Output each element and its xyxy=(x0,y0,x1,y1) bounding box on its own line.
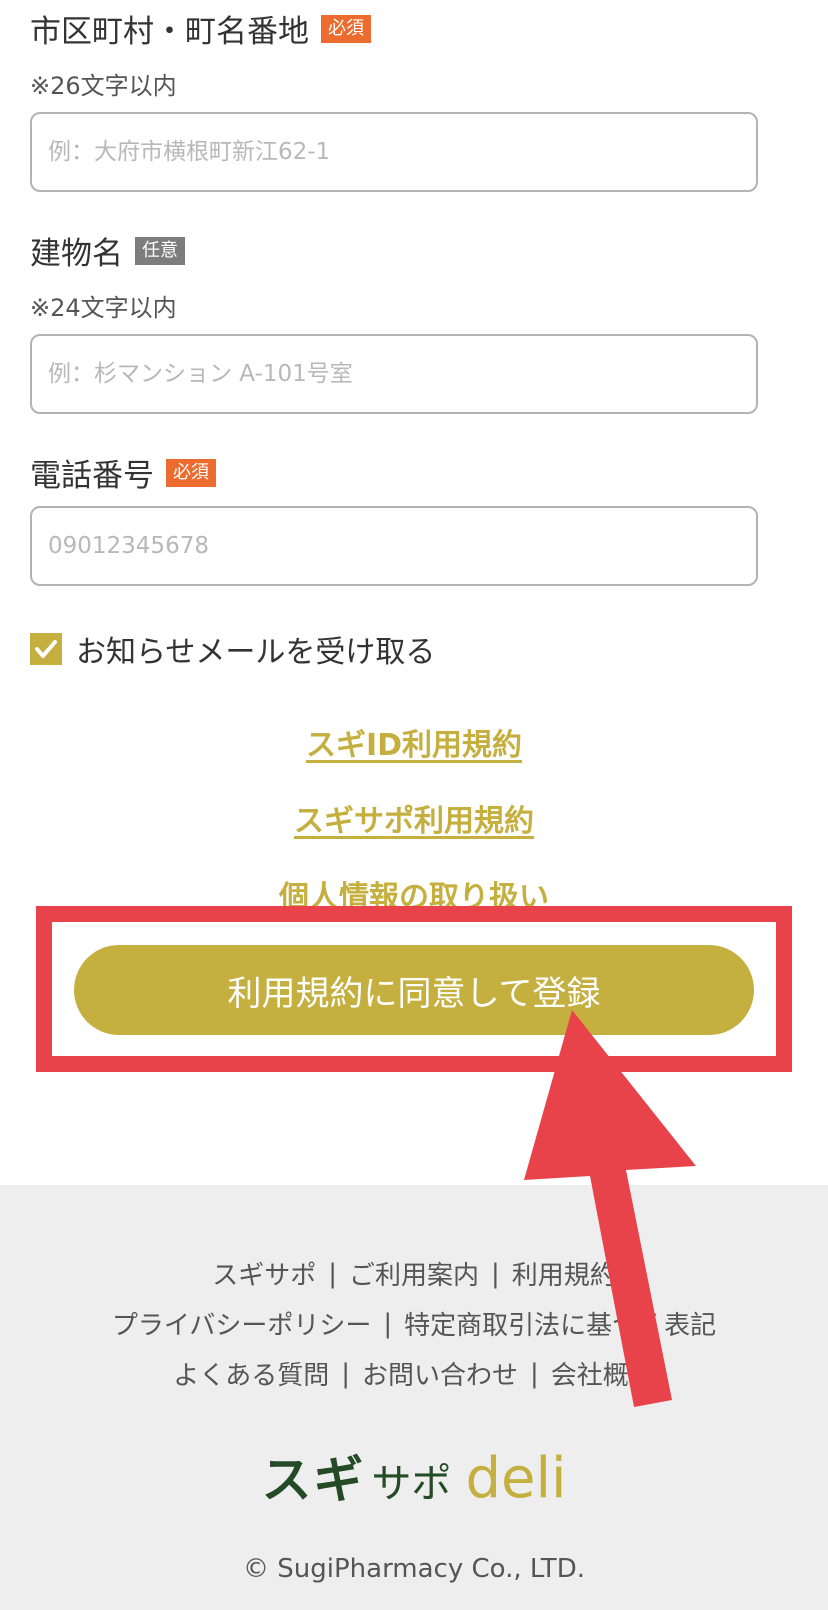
building-label-text: 建物名 xyxy=(30,236,123,272)
footer-link-privacy-policy[interactable]: プライバシーポリシー xyxy=(112,1305,371,1342)
logo-deli-text: deli xyxy=(465,1446,567,1511)
address-street-hint: ※26文字以内 xyxy=(30,72,177,100)
required-badge: 必須 xyxy=(166,458,216,487)
agree-and-register-button[interactable]: 利用規約に同意して登録 xyxy=(74,945,754,1035)
address-street-label: 市区町村・町名番地 必須 xyxy=(30,6,371,51)
sugisapo-deli-logo: スギ サポ deli xyxy=(0,1440,828,1512)
footer-nav-row-3: よくある質問 | お問い合わせ | 会社概要 xyxy=(0,1355,828,1392)
sugi-id-terms-link[interactable]: スギID利用規約 xyxy=(0,720,828,764)
footer-nav-row-2: プライバシーポリシー | 特定商取引法に基づく表記 xyxy=(0,1305,828,1342)
newsletter-checkbox[interactable] xyxy=(30,633,62,665)
footer-link-commercial-law[interactable]: 特定商取引法に基づく表記 xyxy=(404,1305,716,1342)
optional-badge: 任意 xyxy=(135,236,185,265)
address-street-input[interactable] xyxy=(30,112,758,192)
footer-link-contact[interactable]: お問い合わせ xyxy=(362,1355,518,1392)
newsletter-checkbox-row[interactable]: お知らせメールを受け取る xyxy=(30,627,435,671)
newsletter-label: お知らせメールを受け取る xyxy=(76,635,436,670)
footer-link-terms[interactable]: 利用規約 xyxy=(512,1255,616,1292)
footer-link-guide[interactable]: ご利用案内 xyxy=(349,1255,479,1292)
footer-separator: | xyxy=(328,1258,337,1289)
registration-page: 市区町村・町名番地 必須 ※26文字以内 建物名 任意 ※24文字以内 電話番号… xyxy=(0,0,828,1610)
logo-sub-text: サポ xyxy=(371,1461,452,1507)
footer-link-company[interactable]: 会社概要 xyxy=(551,1355,655,1392)
logo-main-text: スギ xyxy=(261,1451,366,1509)
phone-label-text: 電話番号 xyxy=(30,458,154,494)
footer xyxy=(0,1185,828,1610)
phone-input[interactable] xyxy=(30,506,758,586)
checkmark-icon xyxy=(35,640,57,658)
footer-nav-row-1: スギサポ | ご利用案内 | 利用規約 xyxy=(0,1255,828,1292)
footer-separator: | xyxy=(383,1308,393,1339)
building-label: 建物名 任意 xyxy=(30,228,185,273)
footer-separator: | xyxy=(491,1258,500,1289)
footer-separator: | xyxy=(341,1358,350,1389)
sugisapo-terms-link[interactable]: スギサポ利用規約 xyxy=(0,796,828,840)
copyright: © SugiPharmacy Co., LTD. xyxy=(243,1554,585,1584)
phone-label: 電話番号 必須 xyxy=(30,450,216,495)
building-input[interactable] xyxy=(30,334,758,414)
footer-link-sugisapo[interactable]: スギサポ xyxy=(212,1255,316,1292)
required-badge: 必須 xyxy=(321,14,371,43)
footer-separator: | xyxy=(530,1358,539,1389)
address-street-label-text: 市区町村・町名番地 xyxy=(30,14,309,50)
building-hint: ※24文字以内 xyxy=(30,294,177,322)
footer-link-faq[interactable]: よくある質問 xyxy=(173,1355,329,1392)
